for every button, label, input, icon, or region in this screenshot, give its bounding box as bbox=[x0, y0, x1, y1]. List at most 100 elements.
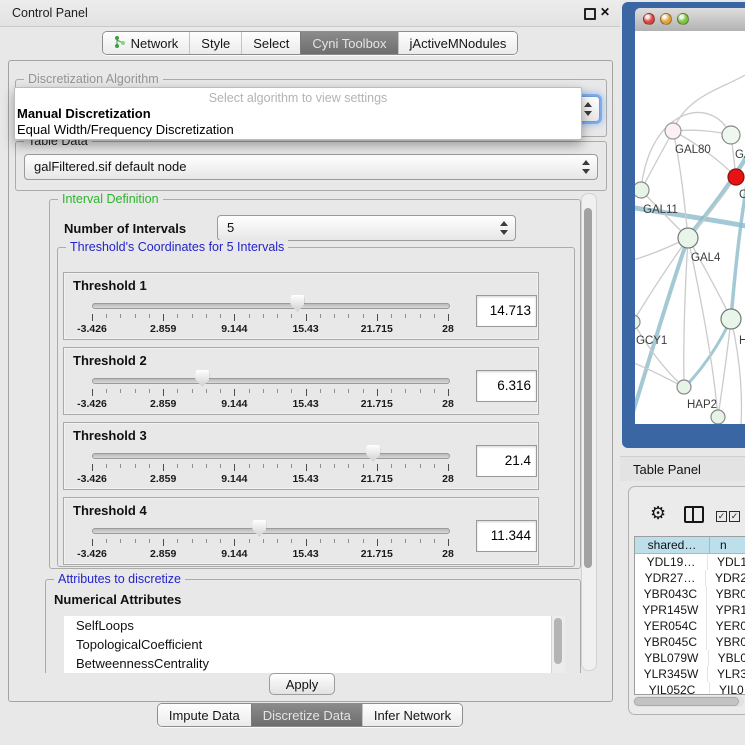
network-edge[interactable] bbox=[635, 241, 687, 424]
group-title: Threshold's Coordinates for 5 Intervals bbox=[66, 240, 288, 254]
tab-discretize-data[interactable]: Discretize Data bbox=[251, 704, 362, 726]
slider-thumb[interactable] bbox=[195, 370, 209, 387]
control-panel-window: Control Panel ✕ NetworkStyle Select Cyni T… bbox=[0, 0, 620, 745]
table-data-combobox[interactable]: galFiltered.sif default node bbox=[24, 154, 598, 180]
panel-scrollbar[interactable] bbox=[581, 193, 597, 671]
table-row[interactable]: YLR345WYLR3 bbox=[635, 666, 745, 682]
network-node[interactable] bbox=[711, 410, 725, 424]
checkbox-icon[interactable]: ✓ bbox=[716, 511, 727, 522]
table-panel: ⚙ ✓ ✓ shared…n YDL19…YDL1YDR27…YDR2YBR04… bbox=[628, 486, 745, 715]
slider-thumb[interactable] bbox=[290, 295, 304, 312]
table-cell: YIL0 bbox=[710, 682, 745, 695]
slider-track[interactable] bbox=[92, 303, 450, 309]
table-row[interactable]: YDR27…YDR2 bbox=[635, 570, 745, 586]
tab-infer-network[interactable]: Infer Network bbox=[362, 704, 462, 726]
table-row[interactable]: YBR045CYBR0 bbox=[635, 634, 745, 650]
column-header[interactable]: n bbox=[710, 537, 745, 554]
combo-stepper-icon bbox=[584, 101, 593, 117]
table-cell: YBL079W bbox=[635, 650, 709, 666]
table-row[interactable]: YER054CYER0 bbox=[635, 618, 745, 634]
slider-track[interactable] bbox=[92, 378, 450, 384]
split-columns-icon[interactable] bbox=[684, 506, 704, 523]
table-row[interactable]: YDL19…YDL1 bbox=[635, 554, 745, 570]
group-title: Interval Definition bbox=[58, 192, 163, 206]
tick-label: 2.859 bbox=[150, 548, 176, 560]
tab-style[interactable]: Style bbox=[189, 32, 241, 54]
slider-track[interactable] bbox=[92, 528, 450, 534]
network-node[interactable] bbox=[678, 228, 698, 248]
tab-cyni-toolbox[interactable]: Cyni Toolbox bbox=[300, 32, 397, 54]
table-data-group: Table Data galFiltered.sif default node bbox=[15, 141, 607, 191]
scrollbar-thumb[interactable] bbox=[584, 208, 592, 568]
network-icon bbox=[114, 35, 126, 52]
tab-network[interactable]: Network bbox=[103, 32, 190, 54]
network-edge[interactable] bbox=[635, 238, 688, 322]
numerical-attributes-label: Numerical Attributes bbox=[54, 592, 181, 607]
scrollbar-thumb[interactable] bbox=[554, 618, 562, 664]
tick-label: 21.715 bbox=[361, 473, 393, 485]
settings-gear-icon[interactable]: ⚙ bbox=[650, 505, 666, 523]
tab-impute-data[interactable]: Impute Data bbox=[158, 704, 251, 726]
checkbox-icon[interactable]: ✓ bbox=[729, 511, 740, 522]
table-cell: YPR145W bbox=[635, 602, 707, 618]
combo-stepper-icon bbox=[582, 159, 591, 175]
scrollbar-thumb[interactable] bbox=[634, 697, 739, 706]
tick-label: 21.715 bbox=[361, 548, 393, 560]
network-canvas[interactable]: GAL80GACGAL11GAL4GCY1HHAP2 bbox=[635, 31, 745, 424]
settings-scroll-area: Interval Definition Number of Intervals … bbox=[15, 191, 605, 673]
apply-button[interactable]: Apply bbox=[269, 673, 335, 695]
tab-label: Select bbox=[253, 36, 289, 51]
table-cell: YER0 bbox=[707, 618, 745, 634]
network-node[interactable] bbox=[635, 315, 640, 329]
slider-track[interactable] bbox=[92, 453, 450, 459]
network-node[interactable] bbox=[665, 123, 681, 139]
slider-thumb[interactable] bbox=[366, 445, 380, 462]
tick-label: 2.859 bbox=[150, 323, 176, 335]
tab-jactivemnodules[interactable]: jActiveMNodules bbox=[398, 32, 518, 54]
group-title: Attributes to discretize bbox=[54, 572, 185, 586]
network-node[interactable] bbox=[635, 182, 649, 198]
table-cell: YDL1 bbox=[708, 554, 745, 570]
threshold-row: Threshold 3 -3.4262.8599.14415.4321.7152… bbox=[63, 422, 539, 490]
network-edge[interactable] bbox=[684, 238, 688, 387]
threshold-row: Threshold 4 -3.4262.8599.14415.4321.7152… bbox=[63, 497, 539, 565]
table-row[interactable]: YIL052CYIL0 bbox=[635, 682, 745, 695]
network-edge[interactable] bbox=[673, 75, 745, 131]
list-scrollbar[interactable] bbox=[551, 616, 565, 673]
attribute-item[interactable]: BetweennessCentrality bbox=[64, 654, 564, 673]
tick-label: 28 bbox=[442, 398, 454, 410]
algorithm-option[interactable]: Manual Discretization bbox=[15, 106, 581, 122]
network-edge[interactable] bbox=[688, 238, 731, 319]
zoom-traffic-light-icon[interactable] bbox=[677, 13, 689, 25]
slider-thumb[interactable] bbox=[252, 520, 266, 537]
table-horizontal-scrollbar[interactable] bbox=[633, 696, 744, 707]
close-icon[interactable]: ✕ bbox=[600, 5, 610, 19]
close-traffic-light-icon[interactable] bbox=[643, 13, 655, 25]
network-edge[interactable] bbox=[731, 163, 745, 319]
threshold-value-field[interactable]: 14.713 bbox=[476, 295, 537, 327]
number-of-intervals-combobox[interactable]: 5 bbox=[217, 215, 516, 241]
minimize-traffic-light-icon[interactable] bbox=[660, 13, 672, 25]
column-header[interactable]: shared… bbox=[635, 537, 710, 554]
tab-select[interactable]: Select bbox=[241, 32, 300, 54]
network-node[interactable] bbox=[722, 126, 740, 144]
algorithm-dropdown: Select algorithm to view settings Manual… bbox=[14, 87, 582, 140]
threshold-value-field[interactable]: 11.344 bbox=[476, 520, 537, 552]
control-panel-titlebar: Control Panel ✕ bbox=[0, 0, 620, 27]
network-node[interactable] bbox=[721, 309, 741, 329]
network-node[interactable] bbox=[728, 169, 744, 185]
threshold-value-field[interactable]: 21.4 bbox=[476, 445, 537, 477]
network-node[interactable] bbox=[677, 380, 691, 394]
network-edge[interactable] bbox=[685, 149, 745, 241]
attribute-item[interactable]: SelfLoops bbox=[64, 616, 564, 635]
table-row[interactable]: YBL079WYBL0 bbox=[635, 650, 745, 666]
tab-label: Impute Data bbox=[169, 708, 240, 723]
table-row[interactable]: YBR043CYBR0 bbox=[635, 586, 745, 602]
float-window-icon[interactable] bbox=[584, 8, 596, 20]
algorithm-option[interactable]: Equal Width/Frequency Discretization bbox=[15, 122, 581, 138]
tab-label: Infer Network bbox=[374, 708, 451, 723]
table-row[interactable]: YPR145WYPR1 bbox=[635, 602, 745, 618]
attribute-item[interactable]: TopologicalCoefficient bbox=[64, 635, 564, 654]
threshold-value-field[interactable]: 6.316 bbox=[476, 370, 537, 402]
numerical-attributes-list[interactable]: SelfLoopsTopologicalCoefficientBetweenne… bbox=[64, 616, 564, 673]
